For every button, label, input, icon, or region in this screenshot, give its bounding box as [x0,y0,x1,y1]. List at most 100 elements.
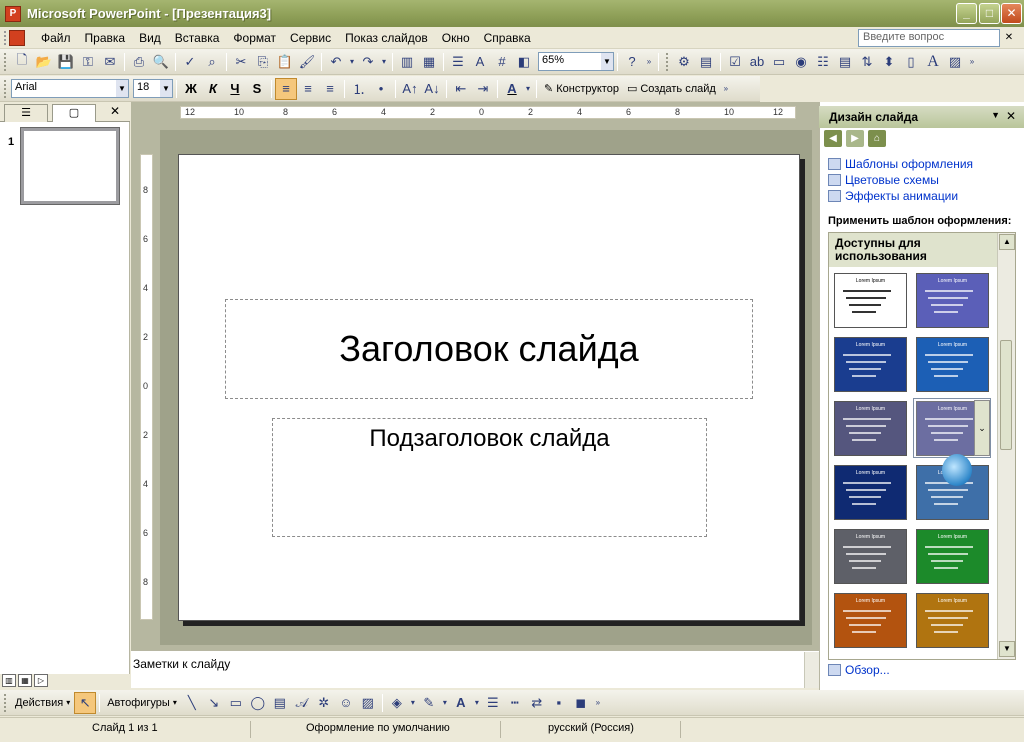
forward-icon[interactable]: ▶ [846,130,864,147]
menu-tools[interactable]: Сервис [283,28,338,48]
template-thumbnail[interactable]: Lorem Ipsum [916,273,989,328]
link-color-schemes[interactable]: Цветовые схемы [828,173,939,187]
task-pane-menu-icon[interactable]: ▼ [991,110,1000,120]
zoom-select[interactable]: 65% ▼ [538,52,614,71]
help-question-input[interactable]: Введите вопрос [858,29,1000,47]
slideshow-view-icon[interactable]: ▷ [34,674,48,687]
insert-chart-icon[interactable]: ▥ [396,51,418,73]
font-color-dropdown-icon[interactable]: ▾ [523,78,533,100]
open-icon[interactable]: 📂 [33,51,55,73]
scroll-up-icon[interactable]: ▲ [999,234,1015,250]
rectangle-icon[interactable]: ▭ [225,692,247,714]
notes-pane[interactable]: Заметки к слайду [131,650,819,688]
redo-dropdown-icon[interactable]: ▾ [379,51,389,73]
toolbar-options-icon[interactable]: » [720,78,732,100]
color-grayscale-icon[interactable]: ◧ [513,51,535,73]
slide-thumbnail[interactable] [20,127,120,205]
horizontal-ruler[interactable]: 12 10 8 6 4 2 0 2 4 6 8 10 12 [180,106,796,119]
help-icon[interactable]: ? [621,51,643,73]
fill-dropdown-icon[interactable]: ▾ [408,692,418,714]
align-center-icon[interactable]: ≡ [297,78,319,100]
checkbox-control-icon[interactable]: ☑ [724,51,746,73]
document-icon[interactable] [4,29,34,47]
bold-button[interactable]: Ж [180,78,202,100]
button-control-icon[interactable]: ▭ [768,51,790,73]
save-icon[interactable]: 💾 [55,51,77,73]
template-thumbnail[interactable]: Lorem Ipsum [834,529,907,584]
slide-canvas[interactable]: Заголовок слайда Подзаголовок слайда [178,154,800,621]
close-pane-icon[interactable]: ✕ [110,104,120,118]
image-control-icon[interactable]: ▨ [944,51,966,73]
link-design-templates[interactable]: Шаблоны оформления [828,157,973,171]
increase-font-icon[interactable]: A↑ [399,78,421,100]
format-painter-icon[interactable]: 🖌 [296,51,318,73]
template-thumbnail[interactable]: Lorem Ipsum [916,593,989,648]
design-mode-icon[interactable]: ⚙ [673,51,695,73]
wordart-icon[interactable]: 𝒜 [291,692,313,714]
designer-button[interactable]: ✎ Конструктор [540,82,623,96]
paste-icon[interactable]: 📋 [274,51,296,73]
email-icon[interactable]: ✉ [99,51,121,73]
align-left-icon[interactable]: ≡ [275,77,297,100]
toolbar-options-icon[interactable]: » [592,692,604,714]
gallery-scroll-thumb[interactable] [1000,340,1012,450]
italic-button[interactable]: К [202,78,224,100]
text-color-icon[interactable]: A [450,692,472,714]
template-thumbnail[interactable]: Lorem Ipsum [834,401,907,456]
actions-menu[interactable]: Действия ▾ [11,697,74,709]
picture-icon[interactable]: ▨ [357,692,379,714]
decrease-indent-icon[interactable]: ⇤ [450,78,472,100]
menu-format[interactable]: Формат [226,28,283,48]
font-select[interactable]: Arial ▼ [11,79,129,98]
shadow-style-icon[interactable]: ▪ [548,692,570,714]
numbering-icon[interactable]: ⒈ [348,78,370,100]
menu-file[interactable]: Файл [34,28,78,48]
toolbar-options-icon[interactable]: » [966,51,978,73]
link-animation-schemes[interactable]: Эффекты анимации [828,189,958,203]
subtitle-placeholder[interactable]: Подзаголовок слайда [272,418,707,537]
font-size-select[interactable]: 18 ▼ [133,79,173,98]
spelling-icon[interactable]: ✓ [179,51,201,73]
text-color-dropdown-icon[interactable]: ▾ [472,692,482,714]
show-formatting-icon[interactable]: A [469,51,491,73]
arrow-icon[interactable]: ↘ [203,692,225,714]
scrollbar-control-icon[interactable]: ▯ [900,51,922,73]
close-document-icon[interactable]: ✕ [1002,29,1016,47]
tab-outline[interactable]: ☰ [4,104,48,122]
grid-icon[interactable]: # [491,51,513,73]
insert-table-icon[interactable]: ▦ [418,51,440,73]
copy-icon[interactable]: ⎘ [252,51,274,73]
home-icon[interactable]: ⌂ [868,130,886,147]
slide-sorter-icon[interactable]: ▦ [18,674,32,687]
underline-button[interactable]: Ч [224,78,246,100]
menu-view[interactable]: Вид [132,28,168,48]
align-right-icon[interactable]: ≡ [319,78,341,100]
research-icon[interactable]: ⌕ [201,51,223,73]
normal-view-icon[interactable]: ▥ [2,674,16,687]
notes-scrollbar[interactable] [804,652,819,688]
line-style-icon[interactable]: ☰ [482,692,504,714]
line-color-icon[interactable]: ✎ [418,692,440,714]
bullets-icon[interactable]: • [370,78,392,100]
print-preview-icon[interactable]: 🔍 [150,51,172,73]
arrow-style-icon[interactable]: ⇄ [526,692,548,714]
spin-button-icon[interactable]: ⬍ [878,51,900,73]
toolbar-options-icon[interactable]: » [643,51,655,73]
textbox-icon[interactable]: ▤ [269,692,291,714]
vertical-ruler[interactable]: 8 6 4 2 0 2 4 6 8 [140,154,153,620]
menu-slideshow[interactable]: Показ слайдов [338,28,435,48]
template-thumbnail[interactable]: Lorem Ipsum [916,529,989,584]
new-icon[interactable]: 🗋 [11,51,33,73]
3d-style-icon[interactable]: ◼ [570,692,592,714]
font-color-icon[interactable]: A [501,78,523,100]
clipart-icon[interactable]: ☺ [335,692,357,714]
label-control-icon[interactable]: A [922,51,944,73]
browse-link[interactable]: Обзор... [828,663,890,677]
tab-slides[interactable]: ▢ [52,104,96,122]
back-icon[interactable]: ◀ [824,130,842,147]
title-placeholder[interactable]: Заголовок слайда [225,299,753,399]
toolbar-grip[interactable] [4,693,8,712]
combobox-control-icon[interactable]: ▤ [834,51,856,73]
scroll-down-icon[interactable]: ▼ [999,641,1015,657]
properties-icon[interactable]: ▤ [695,51,717,73]
